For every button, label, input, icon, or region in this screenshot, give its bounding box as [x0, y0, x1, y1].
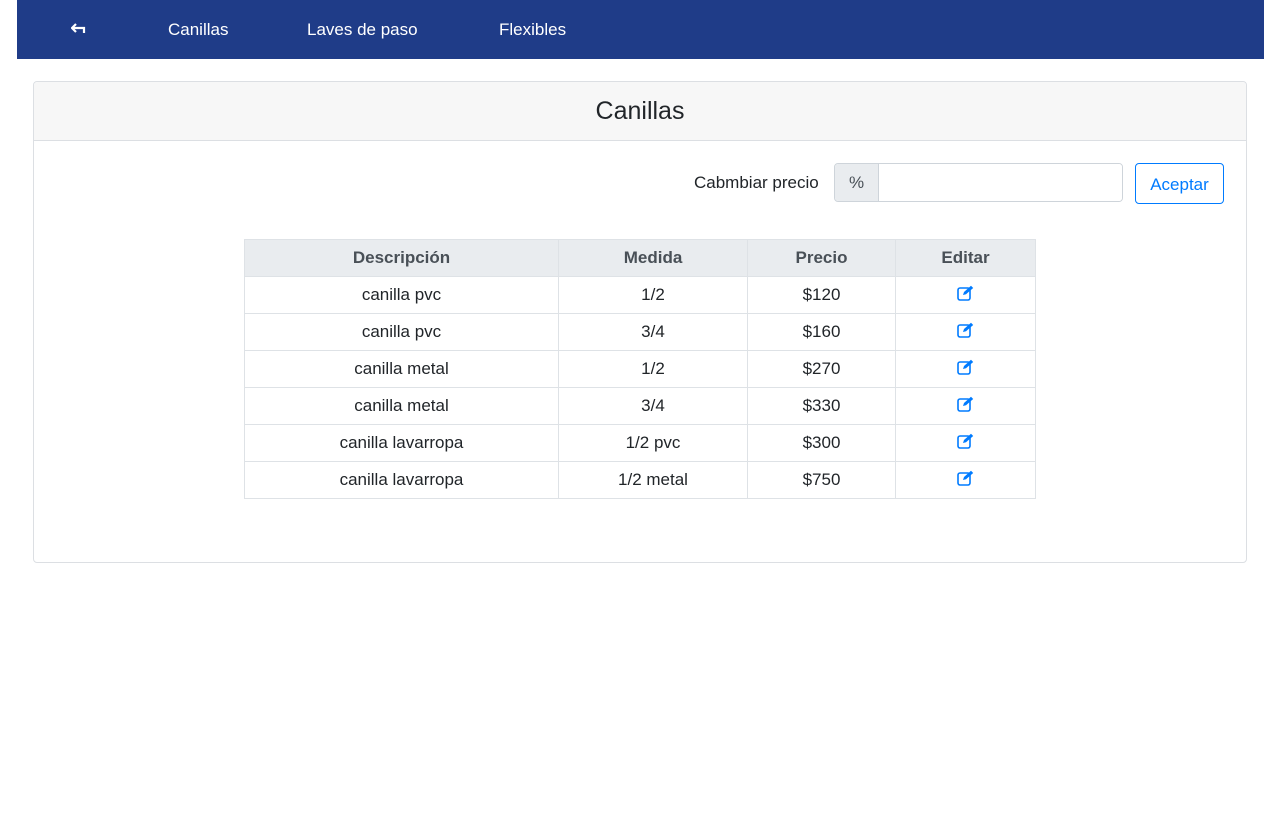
change-price-label: Cabmbiar precio [694, 173, 819, 192]
nav-item-canillas[interactable]: Canillas [168, 0, 228, 59]
change-price-input-group: % [834, 163, 1123, 202]
cell-descripcion: canilla lavarropa [244, 424, 559, 462]
edit-icon[interactable] [956, 322, 975, 343]
edit-icon[interactable] [956, 470, 975, 491]
percent-prefix: % [835, 164, 879, 201]
edit-icon[interactable] [956, 285, 975, 306]
table-header-row: Descripción Medida Precio Editar [244, 239, 1036, 277]
back-arrow-icon[interactable] [69, 0, 89, 59]
cell-descripcion: canilla pvc [244, 313, 559, 351]
cell-descripcion: canilla metal [244, 387, 559, 425]
cell-precio: $330 [747, 387, 896, 425]
cell-editar [895, 461, 1036, 499]
card-title: Canillas [34, 82, 1246, 141]
column-header-medida[interactable]: Medida [558, 239, 748, 277]
cell-precio: $160 [747, 313, 896, 351]
change-price-input[interactable] [879, 164, 1122, 201]
column-header-precio[interactable]: Precio [747, 239, 896, 277]
cell-precio: $120 [747, 276, 896, 314]
edit-icon[interactable] [956, 433, 975, 454]
cell-medida: 1/2 [558, 350, 748, 388]
nav-item-laves-de-paso[interactable]: Laves de paso [307, 0, 418, 59]
cell-editar [895, 276, 1036, 314]
cell-descripcion: canilla metal [244, 350, 559, 388]
cell-precio: $750 [747, 461, 896, 499]
accept-button[interactable]: Aceptar [1135, 163, 1224, 204]
cell-editar [895, 387, 1036, 425]
edit-icon[interactable] [956, 359, 975, 380]
cell-medida: 3/4 [558, 387, 748, 425]
table-row: canilla lavarropa 1/2 pvc $300 [244, 424, 1036, 462]
nav-item-flexibles[interactable]: Flexibles [499, 0, 566, 59]
cell-precio: $300 [747, 424, 896, 462]
cell-medida: 3/4 [558, 313, 748, 351]
table-row: canilla lavarropa 1/2 metal $750 [244, 461, 1036, 499]
products-card: Canillas Cabmbiar precio % Aceptar Descr… [33, 81, 1247, 563]
edit-icon[interactable] [956, 396, 975, 417]
cell-medida: 1/2 [558, 276, 748, 314]
cell-editar [895, 350, 1036, 388]
cell-medida: 1/2 pvc [558, 424, 748, 462]
table-row: canilla pvc 1/2 $120 [244, 276, 1036, 314]
top-navbar: Canillas Laves de paso Flexibles [17, 0, 1264, 59]
cell-precio: $270 [747, 350, 896, 388]
cell-descripcion: canilla lavarropa [244, 461, 559, 499]
products-table: Descripción Medida Precio Editar canilla… [244, 239, 1036, 499]
cell-descripcion: canilla pvc [244, 276, 559, 314]
cell-editar [895, 313, 1036, 351]
column-header-editar[interactable]: Editar [895, 239, 1036, 277]
cell-editar [895, 424, 1036, 462]
column-header-descripcion[interactable]: Descripción [244, 239, 559, 277]
table-row: canilla pvc 3/4 $160 [244, 313, 1036, 351]
cell-medida: 1/2 metal [558, 461, 748, 499]
table-row: canilla metal 3/4 $330 [244, 387, 1036, 425]
table-row: canilla metal 1/2 $270 [244, 350, 1036, 388]
